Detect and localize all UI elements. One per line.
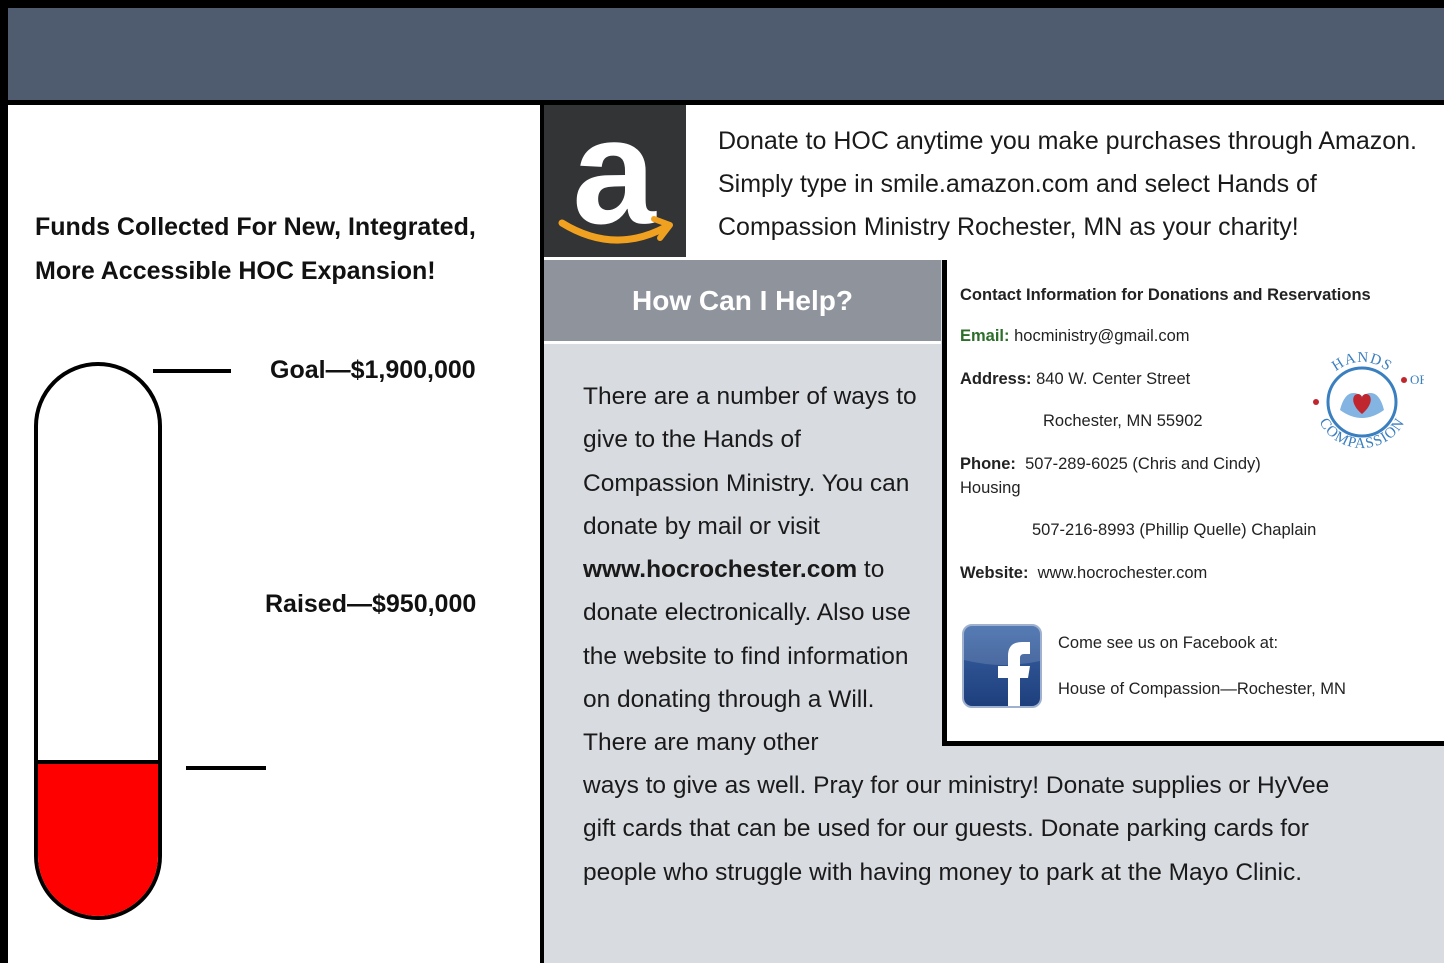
funds-heading: Funds Collected For New, Integrated, Mor…: [35, 205, 535, 293]
contact-email: Email: hocministry@gmail.com: [960, 327, 1190, 346]
hands-of-compassion-logo: HANDS OF COMPASSION: [1300, 340, 1427, 464]
goal-marker-line: [153, 369, 231, 373]
website-value[interactable]: www.hocrochester.com: [1038, 564, 1208, 582]
contact-title: Contact Information for Donations and Re…: [960, 286, 1371, 304]
contact-phone: Phone: 507-289-6025 (Chris and Cindy): [960, 455, 1261, 474]
contact-website: Website: www.hocrochester.com: [960, 564, 1207, 583]
help-paragraph-bottom: ways to give as well. Pray for our minis…: [583, 772, 1330, 886]
facebook-icon[interactable]: [962, 624, 1042, 708]
address-line1: 840 W. Center Street: [1036, 370, 1191, 388]
email-value[interactable]: hocministry@gmail.com: [1014, 327, 1189, 345]
help-title: How Can I Help?: [544, 260, 941, 344]
website-label: Website:: [960, 564, 1029, 582]
funds-heading-line1: Funds Collected For New, Integrated,: [35, 213, 476, 241]
header-bar: [0, 0, 1444, 105]
phone2-value: 507-216-8993 (Phillip Quelle) Chaplain: [1032, 521, 1317, 539]
logo-of-text: OF: [1410, 372, 1424, 387]
website-link[interactable]: www.hocrochester.com: [583, 556, 857, 583]
funds-heading-line2: More Accessible HOC Expansion!: [35, 257, 436, 285]
raised-label: Raised—$950,000: [265, 590, 477, 618]
help-text-part1: There are a number of ways to give to th…: [583, 383, 917, 540]
address-label: Address:: [960, 370, 1032, 388]
thermometer: [34, 362, 162, 920]
help-paragraph-top: There are a number of ways to give to th…: [583, 375, 935, 765]
email-label: Email:: [960, 327, 1010, 345]
contact-address: Address: 840 W. Center Street: [960, 370, 1190, 389]
address-line2: Rochester, MN 55902: [1043, 412, 1203, 430]
phone-label: Phone:: [960, 455, 1016, 473]
help-text-part2: to donate electronically. Also use the w…: [583, 556, 911, 757]
facebook-line1: Come see us on Facebook at:: [1058, 634, 1279, 652]
amazon-smile-icon: a: [544, 87, 686, 257]
goal-label: Goal—$1,900,000: [270, 356, 476, 384]
amazon-smile-text: Donate to HOC anytime you make purchases…: [718, 127, 1417, 241]
thermometer-fill: [38, 760, 158, 916]
phone1-role: Housing: [960, 479, 1021, 497]
facebook-line2[interactable]: House of Compassion—Rochester, MN: [1058, 680, 1346, 699]
raised-marker-line: [186, 766, 266, 770]
phone1-value: 507-289-6025 (Chris and Cindy): [1025, 455, 1261, 473]
